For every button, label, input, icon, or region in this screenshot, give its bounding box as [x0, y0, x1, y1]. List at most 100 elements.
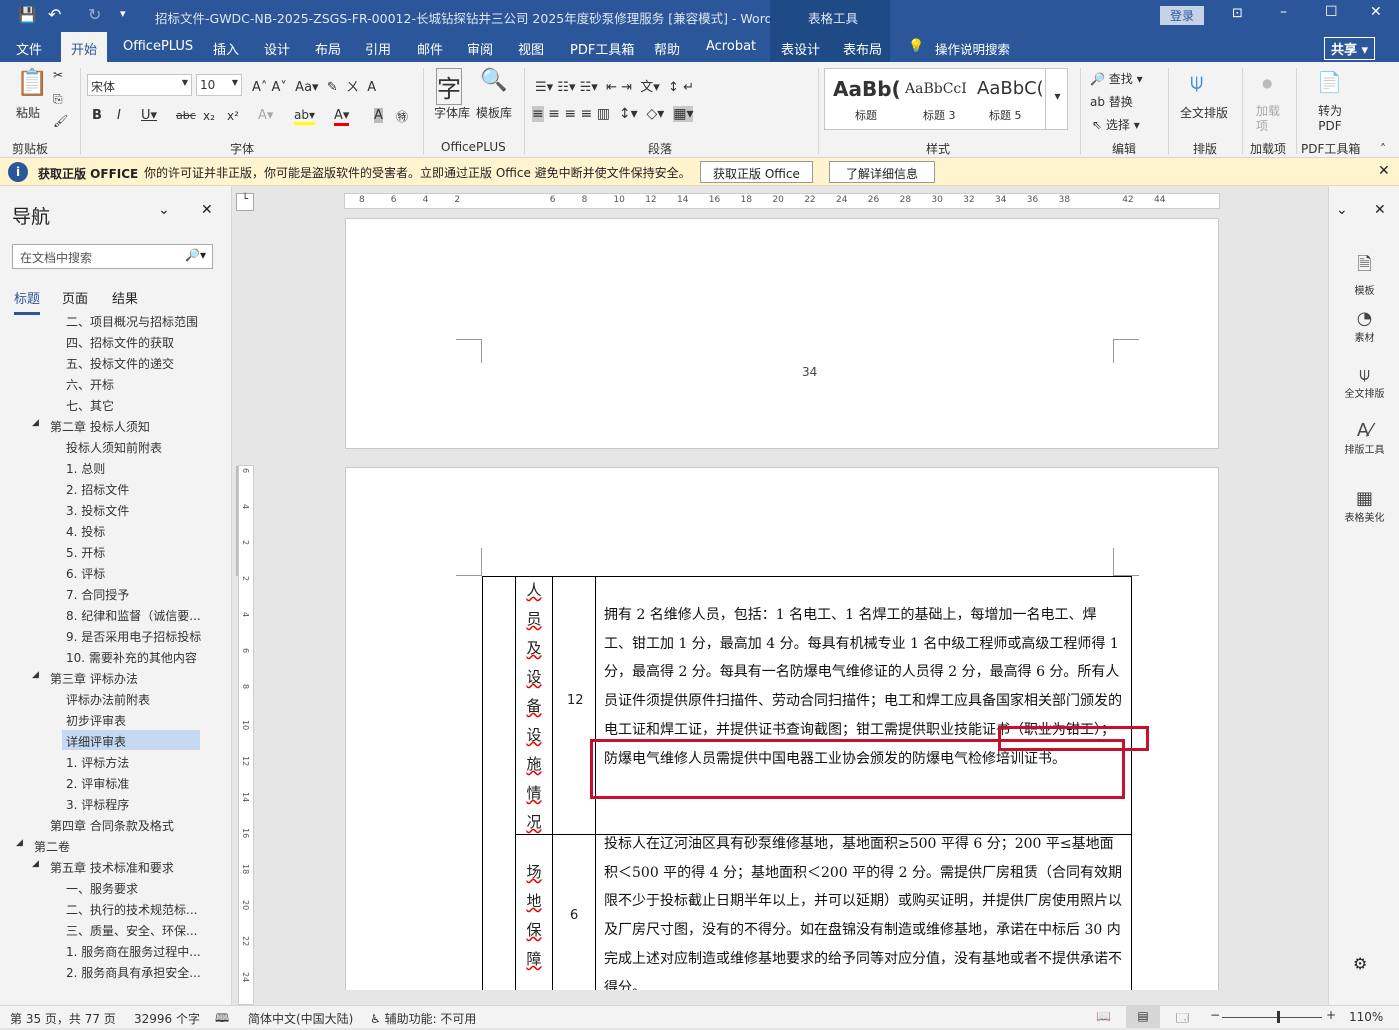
style-preview-heading5[interactable]: AaBbC( — [977, 78, 1044, 99]
collapse-caret-icon[interactable]: ◢ — [32, 418, 39, 428]
tab-table-layout[interactable]: 表布局 — [843, 39, 882, 58]
close-notice-icon[interactable]: ✕ — [1378, 163, 1390, 179]
font-lib-icon[interactable]: 字 — [436, 68, 462, 105]
nav-heading-item[interactable]: 2. 评审标准 — [66, 775, 129, 792]
vertical-ruler[interactable]: 6 4 2 2 4 6 8 10 12 14 16 18 20 22 24 — [238, 465, 254, 1005]
convert-pdf-button[interactable]: 转为PDF — [1312, 104, 1348, 134]
pane-materials[interactable]: ◔ 素材 — [1329, 308, 1399, 344]
italic-button[interactable]: I — [117, 108, 121, 123]
full-layout-icon[interactable]: ⍦ — [1190, 70, 1203, 95]
read-mode-icon[interactable]: 📖 — [1096, 1009, 1111, 1023]
nav-heading-item[interactable]: 10. 需要补充的其他内容 — [66, 649, 197, 666]
cut-icon[interactable]: ✂ — [53, 68, 63, 82]
text-effects-icon[interactable]: A▾ — [258, 108, 273, 123]
nav-heading-item[interactable]: 6. 评标 — [66, 565, 105, 582]
nav-heading-item[interactable]: 第五章 技术标准和要求 — [50, 859, 174, 876]
nav-heading-item[interactable]: 7. 合同授予 — [66, 586, 129, 603]
zoom-in-button[interactable]: + — [1326, 1008, 1336, 1022]
nav-heading-item[interactable]: 5. 开标 — [66, 544, 105, 561]
nav-tab-pages[interactable]: 页面 — [62, 288, 88, 307]
nav-heading-item[interactable]: 五、投标文件的递交 — [66, 355, 174, 372]
nav-tab-results[interactable]: 结果 — [112, 288, 138, 307]
nav-heading-item[interactable]: 六、开标 — [66, 376, 114, 393]
nav-heading-item[interactable]: 三、质量、安全、环保... — [66, 922, 197, 939]
zoom-slider-thumb[interactable] — [1277, 1011, 1280, 1023]
tab-officeplus[interactable]: OfficePLUS — [123, 39, 193, 54]
nav-search-input[interactable]: 在文档中搜索 🔎▾ — [12, 244, 213, 269]
tab-view[interactable]: 视图 — [518, 39, 544, 58]
style-preview-heading3[interactable]: AaBbCcI — [905, 81, 967, 97]
nav-heading-item[interactable]: 评标办法前附表 — [66, 691, 150, 708]
get-genuine-button[interactable]: 获取正版 Office — [700, 161, 813, 183]
tab-help[interactable]: 帮助 — [654, 39, 680, 58]
word-count[interactable]: 32996 个字 — [134, 1010, 200, 1027]
accessibility-status[interactable]: ♿ 辅助功能: 不可用 — [370, 1010, 476, 1027]
nav-heading-item[interactable]: 第二卷 — [34, 838, 70, 855]
nav-heading-item[interactable]: 1. 评标方法 — [66, 754, 129, 771]
tab-home[interactable]: 开始 — [61, 32, 108, 62]
tab-pdf-toolbox[interactable]: PDF工具箱 — [570, 39, 634, 58]
font-size-select[interactable]: 10 ▼ — [196, 74, 242, 96]
tab-design[interactable]: 设计 — [264, 39, 290, 58]
subscript-button[interactable]: x₂ — [203, 109, 215, 123]
font-name-select[interactable]: 宋体 ▼ — [87, 74, 192, 96]
nav-options-icon[interactable]: ⌄ — [158, 202, 170, 218]
nav-tab-headings[interactable]: 标题 — [14, 288, 41, 315]
list-buttons[interactable]: ☰▾ ☷▾ ☵▾ ⇤ ⇥ 文▾ ↕ ↵ — [535, 76, 694, 95]
pane-close-icon[interactable]: ✕ — [1374, 202, 1386, 218]
style-preview-heading[interactable]: AaBb( — [833, 77, 901, 101]
tab-selector[interactable]: └ — [236, 193, 254, 211]
nav-heading-item[interactable]: 4. 投标 — [66, 523, 105, 540]
pane-collapse-icon[interactable]: ⌄ — [1336, 202, 1348, 218]
bold-button[interactable]: B — [92, 108, 102, 123]
template-lib-button[interactable]: 模板库 — [476, 104, 512, 121]
language[interactable]: 简体中文(中国大陆) — [248, 1010, 353, 1027]
nav-heading-item[interactable]: 2. 招标文件 — [66, 481, 129, 498]
nav-heading-item[interactable]: 第三章 评标办法 — [50, 670, 138, 687]
nav-heading-item[interactable]: 第四章 合同条款及格式 — [50, 817, 174, 834]
tab-table-design[interactable]: 表设计 — [781, 39, 820, 58]
horizontal-ruler[interactable]: 8 6 4 2 6 8 10 12 14 16 18 20 22 24 26 28 30 32 34 36 38 42 44 — [344, 193, 1220, 209]
nav-heading-item[interactable]: 投标人须知前附表 — [66, 439, 162, 456]
settings-icon[interactable]: ⚙ — [1353, 954, 1367, 973]
nav-heading-item[interactable]: 9. 是否采用电子招标投标 — [66, 628, 201, 645]
nav-heading-item[interactable]: 8. 纪律和监督（诚信要... — [66, 607, 201, 624]
save-icon[interactable]: 💾 — [18, 6, 37, 24]
superscript-button[interactable]: x² — [227, 109, 239, 123]
align-buttons[interactable]: ≡ ≡ ≡ ≡ ▥ ↕▾ ◇▾ ▦▾ — [532, 106, 694, 122]
tab-file[interactable]: 文件 — [16, 39, 42, 58]
copy-icon[interactable]: ⎘ — [53, 92, 63, 107]
underline-button[interactable]: U▾ — [141, 108, 157, 123]
pane-full-layout[interactable]: ⍦ 全文排版 — [1329, 364, 1399, 400]
nav-heading-item[interactable]: 二、执行的技术规范标... — [66, 901, 197, 918]
font-color-icon[interactable]: A▾ — [334, 108, 350, 126]
collapse-ribbon-icon[interactable]: ˄ — [1380, 142, 1386, 156]
proofing-icon[interactable]: 🕮 — [215, 1009, 229, 1030]
pdf-icon[interactable]: 📄 — [1317, 70, 1342, 94]
collapse-caret-icon[interactable]: ◢ — [16, 838, 23, 848]
maximize-button[interactable]: ☐ — [1325, 4, 1338, 20]
select-button[interactable]: ⇖ 选择 ▾ — [1092, 116, 1140, 133]
pane-templates[interactable]: 🗎 模板 — [1329, 252, 1399, 297]
tab-layout[interactable]: 布局 — [315, 39, 341, 58]
collapse-caret-icon[interactable]: ◢ — [32, 670, 39, 680]
nav-heading-item[interactable]: 详细评审表 — [66, 733, 126, 750]
login-button[interactable]: 登录 — [1160, 6, 1205, 25]
styles-more-button[interactable]: ▾ — [1045, 69, 1069, 129]
tab-mailings[interactable]: 邮件 — [417, 39, 443, 58]
char-shading-icon[interactable]: A — [374, 108, 383, 123]
redo-icon[interactable]: ↻ — [88, 5, 101, 24]
minimize-button[interactable]: – — [1280, 4, 1287, 20]
tell-me-search[interactable]: 操作说明搜索 — [935, 39, 1010, 58]
tab-references[interactable]: 引用 — [365, 39, 391, 58]
nav-heading-item[interactable]: 1. 服务商在服务过程中... — [66, 943, 201, 960]
page-count[interactable]: 第 35 页，共 77 页 — [10, 1010, 116, 1027]
tab-review[interactable]: 审阅 — [467, 39, 493, 58]
undo-icon[interactable]: ↶ — [48, 5, 61, 24]
nav-heading-item[interactable]: 3. 投标文件 — [66, 502, 129, 519]
nav-heading-item[interactable]: 2. 服务商具有承担安全... — [66, 964, 201, 981]
zoom-level[interactable]: 110% — [1349, 1010, 1383, 1024]
replace-button[interactable]: ab 替换 — [1090, 93, 1133, 110]
full-layout-button[interactable]: 全文排版 — [1180, 104, 1228, 121]
paste-icon[interactable]: 📋 — [16, 68, 48, 98]
